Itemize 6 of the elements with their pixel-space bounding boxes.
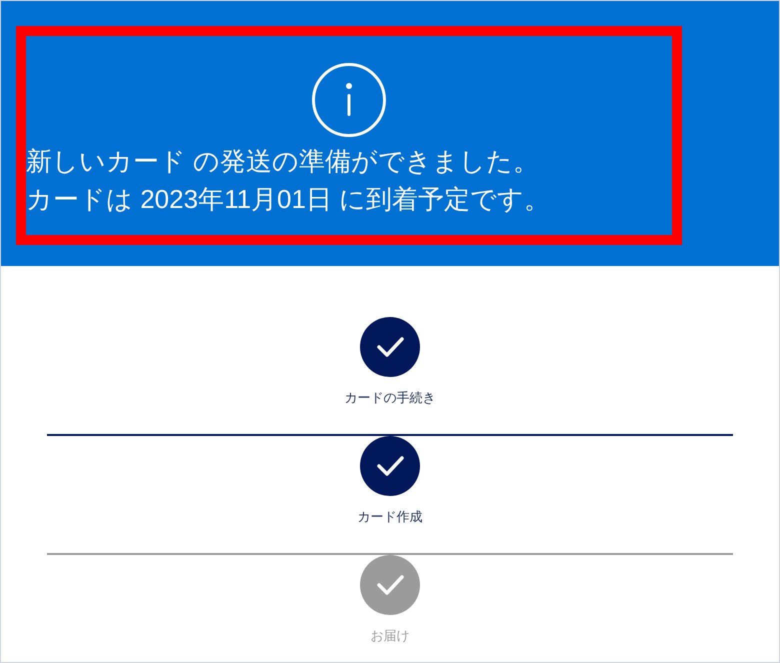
step-label: カードの手続き [344,390,436,406]
step-label: カード作成 [358,509,422,525]
info-icon [311,62,387,138]
notice-text: カードは 2023年11月01日 に到着予定です。 [26,183,550,216]
step-label: お届け [370,628,410,644]
notice-text: 新しいカード の発送の準備ができました。 [26,145,540,178]
